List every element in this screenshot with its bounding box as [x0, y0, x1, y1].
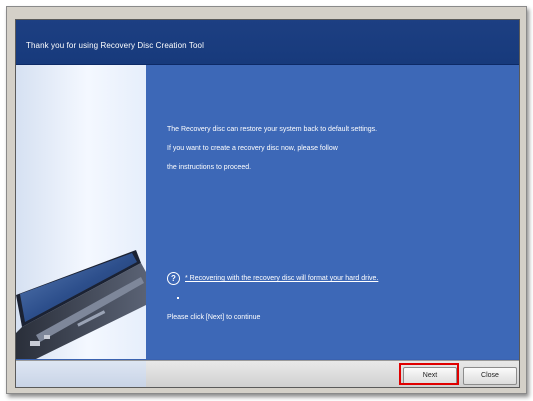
question-circle-icon[interactable]: ? — [167, 272, 180, 285]
setup-window: Thank you for using Recovery Disc Creati… — [6, 6, 527, 394]
laptop-illustration — [16, 65, 146, 359]
window-title: Thank you for using Recovery Disc Creati… — [26, 41, 204, 50]
title-bar: Thank you for using Recovery Disc Creati… — [16, 20, 519, 65]
description-line: If you want to create a recovery disc no… — [167, 145, 338, 152]
bullet-dot — [177, 297, 179, 299]
button-bar-left — [16, 361, 146, 387]
description-line: The Recovery disc can restore your syste… — [167, 126, 378, 133]
format-warning-link[interactable]: * Recovering with the recovery disc will… — [185, 275, 378, 282]
laptop-icon — [16, 250, 146, 359]
continue-instruction: Please click [Next] to continue — [167, 314, 261, 321]
next-button-highlight — [399, 363, 459, 385]
description-line: the instructions to proceed. — [167, 164, 252, 171]
dialog-frame: Thank you for using Recovery Disc Creati… — [15, 19, 520, 388]
description-text: The Recovery disc can restore your syste… — [167, 120, 507, 177]
content-area: The Recovery disc can restore your syste… — [16, 65, 519, 359]
close-button[interactable]: Close — [463, 367, 517, 385]
